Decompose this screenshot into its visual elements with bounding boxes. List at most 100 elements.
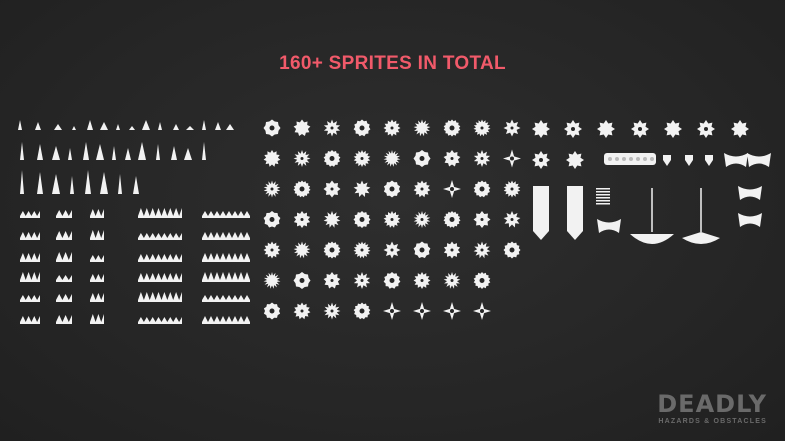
spike-sprite (138, 142, 146, 160)
deadly-logo: DEADLY HAZARDS & OBSTACLES (657, 392, 767, 425)
spike-sprite (54, 124, 62, 130)
bar-rivet (650, 157, 654, 161)
double-axe-sprite (597, 219, 621, 233)
saw-blade-sprite-hole (450, 279, 454, 282)
saw-blade-sprite-hole (509, 247, 515, 253)
saw-blade-sprite-hole (299, 186, 305, 192)
logo-word: DEADLY (657, 390, 767, 418)
spike-strip-sprite (56, 315, 72, 324)
spike-sprite (18, 120, 22, 130)
chain-link-sprite (596, 188, 610, 190)
spike-sprite (100, 122, 108, 130)
saw-blade-sprite (293, 241, 311, 259)
spike-strip-sprite (202, 272, 250, 282)
pendulum-blade-sprite (630, 234, 674, 244)
saw-blade-sprite-hole (360, 248, 364, 252)
shuriken-sprite-hole (390, 309, 394, 313)
bar-rivet (608, 157, 612, 161)
spike-strip-sprite (20, 232, 40, 240)
saw-blade-sprite-hole (480, 218, 484, 221)
saw-blade-sprite-hole (420, 187, 424, 191)
saw-blade-sprite-hole (359, 308, 365, 314)
saw-blade-sprite-hole (449, 217, 455, 222)
spike-sprite (125, 148, 131, 160)
saw-blade-sprite-hole (329, 156, 335, 161)
chain-link-sprite (596, 194, 610, 196)
saw-blade-sprite-hole (300, 157, 304, 160)
spike-strip-sprite (90, 230, 104, 240)
spike-sprite (96, 144, 104, 160)
double-axe-sprite (724, 153, 748, 167)
spike-sprite (202, 120, 206, 130)
spike-strip-sprite (20, 272, 40, 282)
saw-blade-sprite-hole (419, 247, 425, 253)
axe-head-sprite (685, 155, 693, 166)
bar-rivet (636, 157, 640, 161)
shuriken-sprite (731, 120, 749, 138)
saw-blade-sprite-hole (359, 125, 365, 131)
spike-strip-sprite (202, 295, 250, 302)
saw-blade-sprite-hole (300, 309, 304, 313)
double-axe-sprite (738, 213, 762, 227)
spike-sprite (118, 174, 122, 194)
saw-blade-sprite-hole (510, 187, 514, 191)
spike-strip-sprite (20, 253, 40, 262)
spike-sprite (37, 172, 43, 194)
saw-blade-sprite-hole (330, 187, 334, 191)
saw-blade-sprite-hole (420, 218, 424, 221)
saw-blade-sprite-hole (510, 218, 514, 221)
spike-strip-sprite (20, 316, 40, 324)
spike-strip-sprite (138, 233, 182, 240)
spike-strip-sprite (90, 314, 104, 324)
shuriken-sprite-hole (480, 309, 484, 313)
spike-sprite (112, 146, 116, 160)
spike-sprite (133, 176, 139, 194)
saw-blade-sprite-hole (510, 126, 514, 130)
saw-blade-sprite-hole (390, 126, 394, 130)
spike-sprite (20, 142, 24, 160)
spike-sprite (85, 170, 91, 194)
spike-strip-sprite (138, 273, 182, 282)
chain-link-sprite (596, 200, 610, 202)
chain-link-sprite (596, 203, 610, 205)
double-axe-sprite (738, 186, 762, 200)
saw-blade-sprite-hole (479, 278, 485, 283)
saw-blade-sprite-hole (539, 158, 543, 162)
bar-rivet (622, 157, 626, 161)
saw-blade-sprite-hole (480, 126, 484, 130)
saw-blade-sprite (323, 211, 341, 228)
saw-blade-sprite-hole (479, 186, 485, 192)
axe-head-sprite (663, 155, 671, 166)
spiked-pillar-sprite (567, 186, 583, 240)
spike-sprite (100, 172, 108, 194)
spike-sprite (158, 122, 162, 130)
saw-blade-sprite-hole (571, 127, 575, 131)
spike-sprite (171, 146, 177, 160)
chain-link-sprite (596, 197, 610, 199)
spike-sprite (142, 120, 150, 130)
spike-strip-sprite (138, 208, 182, 218)
saw-blade-sprite-hole (450, 157, 454, 160)
spike-strip-sprite (56, 231, 72, 240)
chain-link-sprite (596, 191, 610, 193)
shuriken-sprite-hole (450, 187, 454, 191)
saw-blade-sprite-hole (330, 126, 334, 130)
spike-sprite (37, 144, 43, 160)
spike-sprite (156, 144, 160, 160)
spike-sprite (129, 126, 135, 130)
saw-blade-sprite-hole (300, 218, 304, 221)
spike-sprite (184, 148, 192, 160)
saw-blade-sprite-hole (329, 247, 335, 253)
saw-blade-sprite (566, 151, 584, 169)
saw-blade-sprite (353, 180, 371, 197)
saw-blade-sprite-hole (390, 248, 394, 252)
saw-blade-sprite-hole (420, 279, 424, 282)
saw-blade-sprite (664, 120, 682, 138)
saw-blade-sprite (263, 150, 281, 167)
saw-blade-sprite-hole (359, 217, 365, 222)
spike-sprite (83, 142, 89, 160)
saw-blade-sprite-hole (330, 309, 334, 313)
saw-blade-sprite-hole (480, 157, 484, 160)
bar-rivet (643, 157, 647, 161)
bar-rivet (615, 157, 619, 161)
